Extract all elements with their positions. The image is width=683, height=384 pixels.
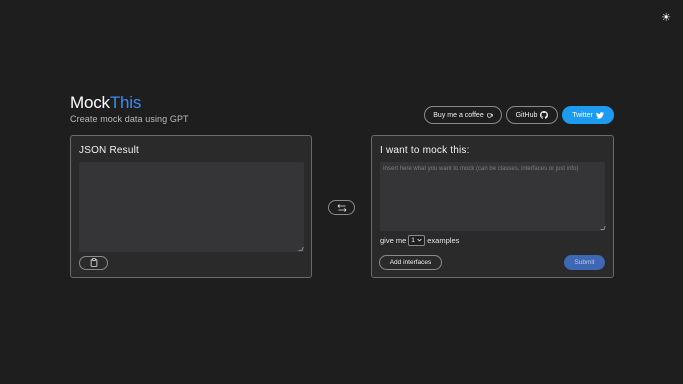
twitter-bird-icon [595,111,604,119]
github-button[interactable]: GitHub [506,106,558,124]
app-title: MockThis [70,93,189,112]
examples-label: examples [427,236,460,245]
twitter-label: Twitter [572,111,593,119]
swap-button[interactable] [328,200,355,215]
clipboard-icon [90,254,98,272]
buy-me-a-coffee-label: Buy me a coffee [433,111,484,119]
github-label: GitHub [515,111,538,119]
mock-input-field[interactable] [380,162,605,231]
json-result-output[interactable] [79,162,304,252]
app-title-this: This [109,93,142,112]
sun-icon[interactable]: ☀ [659,10,673,24]
top-buttons: Buy me a coffee GitHub Twitter [424,106,614,124]
chevron-down-icon [417,237,422,244]
example-count-select[interactable]: 1 [408,235,426,246]
give-me-label: give me [380,236,407,245]
brand: MockThis Create mock data using GPT [70,93,189,124]
mock-input-panel: I want to mock this: give me 1 examples … [371,135,614,278]
app-title-mock: Mock [70,93,110,112]
github-icon [540,111,549,119]
swap-arrows-icon [337,199,347,217]
example-count-row: give me 1 examples [380,235,459,246]
twitter-button[interactable]: Twitter [562,106,614,124]
json-result-panel: JSON Result [70,135,312,278]
copy-button[interactable] [79,256,108,270]
json-result-title: JSON Result [79,145,139,156]
submit-button[interactable]: Submit [564,255,605,270]
example-count-value: 1 [411,237,415,244]
app-subtitle: Create mock data using GPT [70,114,189,124]
buy-me-a-coffee-button[interactable]: Buy me a coffee [424,106,502,124]
coffee-icon [486,112,493,118]
mock-input-title: I want to mock this: [380,145,470,156]
add-interfaces-button[interactable]: Add interfaces [379,255,442,270]
